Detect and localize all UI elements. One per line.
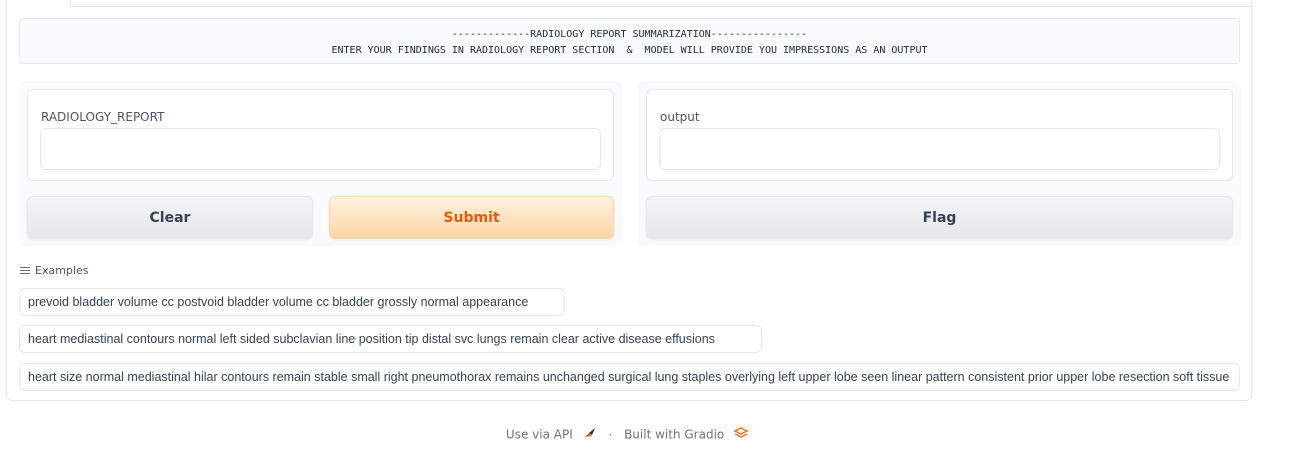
input-panel: RADIOLOGY_REPORT Clear Submit <box>19 81 622 246</box>
description-line-2: ENTER YOUR FINDINGS IN RADIOLOGY REPORT … <box>331 45 928 56</box>
footer-separator: · <box>608 427 613 442</box>
description-line-1: -------------RADIOLOGY REPORT SUMMARIZAT… <box>451 29 808 40</box>
output-textbox[interactable] <box>659 128 1220 170</box>
list-icon <box>20 266 30 275</box>
use-via-api-link[interactable]: Use via API <box>506 428 573 442</box>
flag-button[interactable]: Flag <box>646 196 1233 239</box>
example-item-3[interactable]: heart size normal mediastinal hilar cont… <box>19 363 1240 391</box>
radiology-report-label: RADIOLOGY_REPORT <box>41 110 165 124</box>
output-block: output <box>646 89 1233 181</box>
examples-header: Examples <box>20 264 88 277</box>
output-panel: output Flag <box>638 81 1241 246</box>
example-item-1[interactable]: prevoid bladder volume cc postvoid bladd… <box>19 288 565 316</box>
submit-button[interactable]: Submit <box>329 196 614 239</box>
output-label: output <box>660 110 700 124</box>
clear-button[interactable]: Clear <box>27 196 313 239</box>
footer: Use via API · Built with Gradio <box>0 427 1254 442</box>
tab-strip <box>70 0 1254 7</box>
examples-label: Examples <box>35 264 89 277</box>
built-with-gradio-link[interactable]: Built with Gradio <box>624 428 724 442</box>
rocket-icon <box>583 427 597 442</box>
gradio-logo-icon <box>733 427 749 442</box>
description-box: -------------RADIOLOGY REPORT SUMMARIZAT… <box>19 18 1240 64</box>
example-item-2[interactable]: heart mediastinal contours normal left s… <box>19 325 762 353</box>
radiology-report-input[interactable] <box>40 128 601 170</box>
radiology-report-block: RADIOLOGY_REPORT <box>27 89 614 181</box>
